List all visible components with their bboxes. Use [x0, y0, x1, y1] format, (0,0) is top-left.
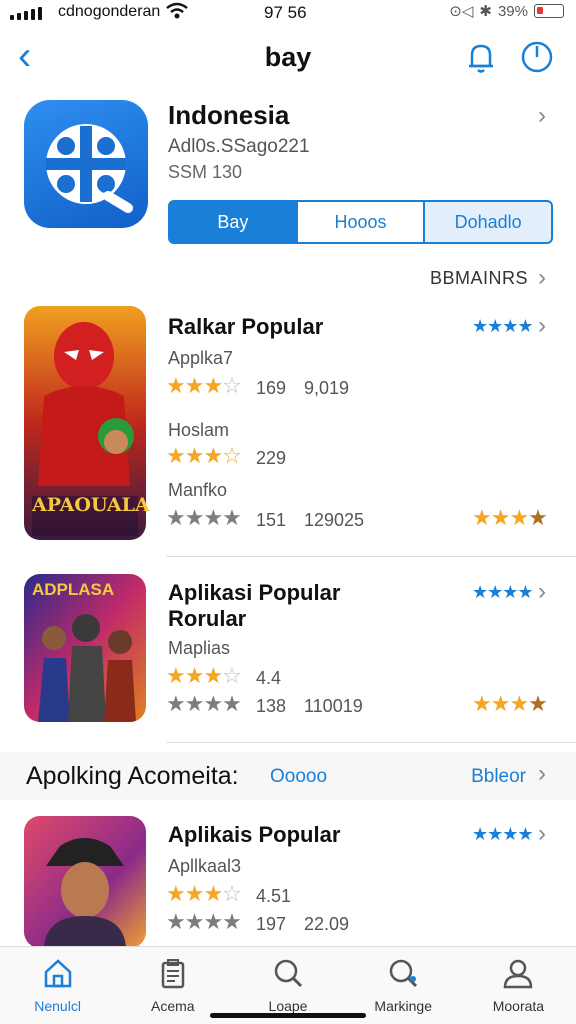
- app-thumbnail[interactable]: [24, 816, 146, 948]
- tab-home[interactable]: Nenulcl: [0, 947, 115, 1024]
- rating-count: 197: [256, 914, 287, 934]
- star-rating: ★★★☆: [166, 373, 242, 398]
- rating-count: 138: [256, 696, 287, 716]
- tab-moorata[interactable]: Moorata: [461, 947, 576, 1024]
- segment-button-dohadlo[interactable]: Dohadlo: [423, 200, 554, 244]
- divider: [166, 556, 576, 557]
- tab-label: Nenulcl: [34, 998, 81, 1014]
- app-name[interactable]: Aplikasi Popular: [168, 580, 340, 606]
- status-bar: cdnogonderan 97 56 ⊙◁ ✱ 39%: [0, 0, 576, 28]
- section-title: Apolking Acomeita:: [26, 762, 239, 790]
- person-icon: [502, 957, 534, 994]
- chevron-right-icon[interactable]: ›: [538, 820, 546, 848]
- section-header: Apolking Acomeita: Ooooo Bbleor ›: [0, 752, 576, 800]
- app-name[interactable]: Aplikais Popular: [168, 822, 340, 848]
- segmented-control: Bay Hooos Dohadlo: [168, 200, 554, 244]
- wifi-icon: [166, 2, 188, 25]
- search-plus-icon: [387, 957, 419, 994]
- app-thumbnail-caption: ADPLASA: [32, 580, 115, 599]
- chevron-right-icon[interactable]: ›: [538, 578, 546, 606]
- chevron-right-icon[interactable]: ›: [538, 102, 546, 130]
- rating-count: 151: [256, 510, 287, 530]
- star-rating: ★★★☆: [166, 663, 242, 688]
- star-rating-right: ★★★★: [472, 691, 548, 716]
- app-rating-stars-blue: ★★★★: [472, 824, 534, 844]
- see-all-link[interactable]: BBMAINRS: [430, 268, 528, 289]
- star-rating-right: ★★★★: [472, 505, 548, 530]
- download-count: 129025: [304, 510, 365, 530]
- tab-label: Markinge: [374, 998, 432, 1014]
- app-rating-stars-blue: ★★★★: [472, 582, 534, 602]
- download-count: 110019: [304, 696, 363, 716]
- home-icon: [42, 957, 74, 994]
- app-name[interactable]: Ralkar Popular: [168, 314, 323, 340]
- battery-percent: 39%: [497, 2, 528, 20]
- tab-label: Moorata: [492, 998, 545, 1014]
- app-row-label: Applka7: [168, 348, 234, 368]
- featured-app-title[interactable]: Indonesia: [168, 100, 289, 131]
- rating-count: 229: [256, 448, 287, 468]
- segment-button-hooos[interactable]: Hooos: [295, 200, 426, 244]
- rating-value: 4.51: [256, 886, 292, 906]
- location-icon: ⊙◁: [449, 3, 474, 20]
- signal-icon: [10, 7, 42, 20]
- app-row-label: Hoslam: [168, 420, 230, 440]
- section-link-left[interactable]: Ooooo: [270, 766, 327, 788]
- app-thumbnail-caption: APAOUALA: [32, 494, 150, 516]
- chevron-right-icon[interactable]: ›: [538, 760, 546, 788]
- star-rating: ★★★★: [166, 691, 242, 716]
- app-rating-stars-blue: ★★★★: [472, 316, 534, 336]
- segment-button-bay[interactable]: Bay: [168, 200, 298, 244]
- bell-icon[interactable]: [466, 42, 496, 79]
- featured-app-icon[interactable]: [24, 100, 148, 228]
- star-rating: ★★★☆: [166, 881, 242, 906]
- star-rating: ★★★★: [166, 505, 242, 530]
- download-count: 22.09: [304, 914, 350, 934]
- navigation-bar: ‹ bay: [0, 32, 576, 84]
- clock: 97 56: [264, 3, 307, 22]
- download-count: 9,019: [304, 378, 350, 398]
- battery-icon: [534, 4, 564, 18]
- rating-count: 169: [256, 378, 287, 398]
- app-row-label: Apllkaal3: [168, 856, 242, 876]
- star-rating: ★★★☆: [166, 443, 242, 468]
- bluetooth-icon: ✱: [479, 3, 492, 20]
- section-link-right[interactable]: Bbleor: [471, 766, 526, 788]
- app-name-line2: Rorular: [168, 606, 247, 631]
- search-icon: [272, 957, 304, 994]
- clipboard-icon: [157, 957, 189, 994]
- app-row-label: Manfko: [168, 480, 228, 500]
- tab-label: Acema: [151, 998, 195, 1014]
- tab-label: Loape: [268, 998, 308, 1014]
- featured-app-meta: SSM 130: [168, 162, 243, 182]
- divider: [166, 742, 576, 743]
- rating-value: 4.4: [256, 668, 282, 688]
- featured-app-subtitle: Adl0s.SSago221: [168, 136, 310, 157]
- app-row-label: Maplias: [168, 638, 231, 658]
- home-indicator: [210, 1013, 366, 1018]
- chevron-right-icon[interactable]: ›: [538, 312, 546, 340]
- chevron-right-icon[interactable]: ›: [538, 264, 546, 292]
- star-rating: ★★★★: [166, 909, 242, 934]
- carrier-name: cdnogonderan: [58, 3, 161, 20]
- power-icon[interactable]: [520, 40, 554, 79]
